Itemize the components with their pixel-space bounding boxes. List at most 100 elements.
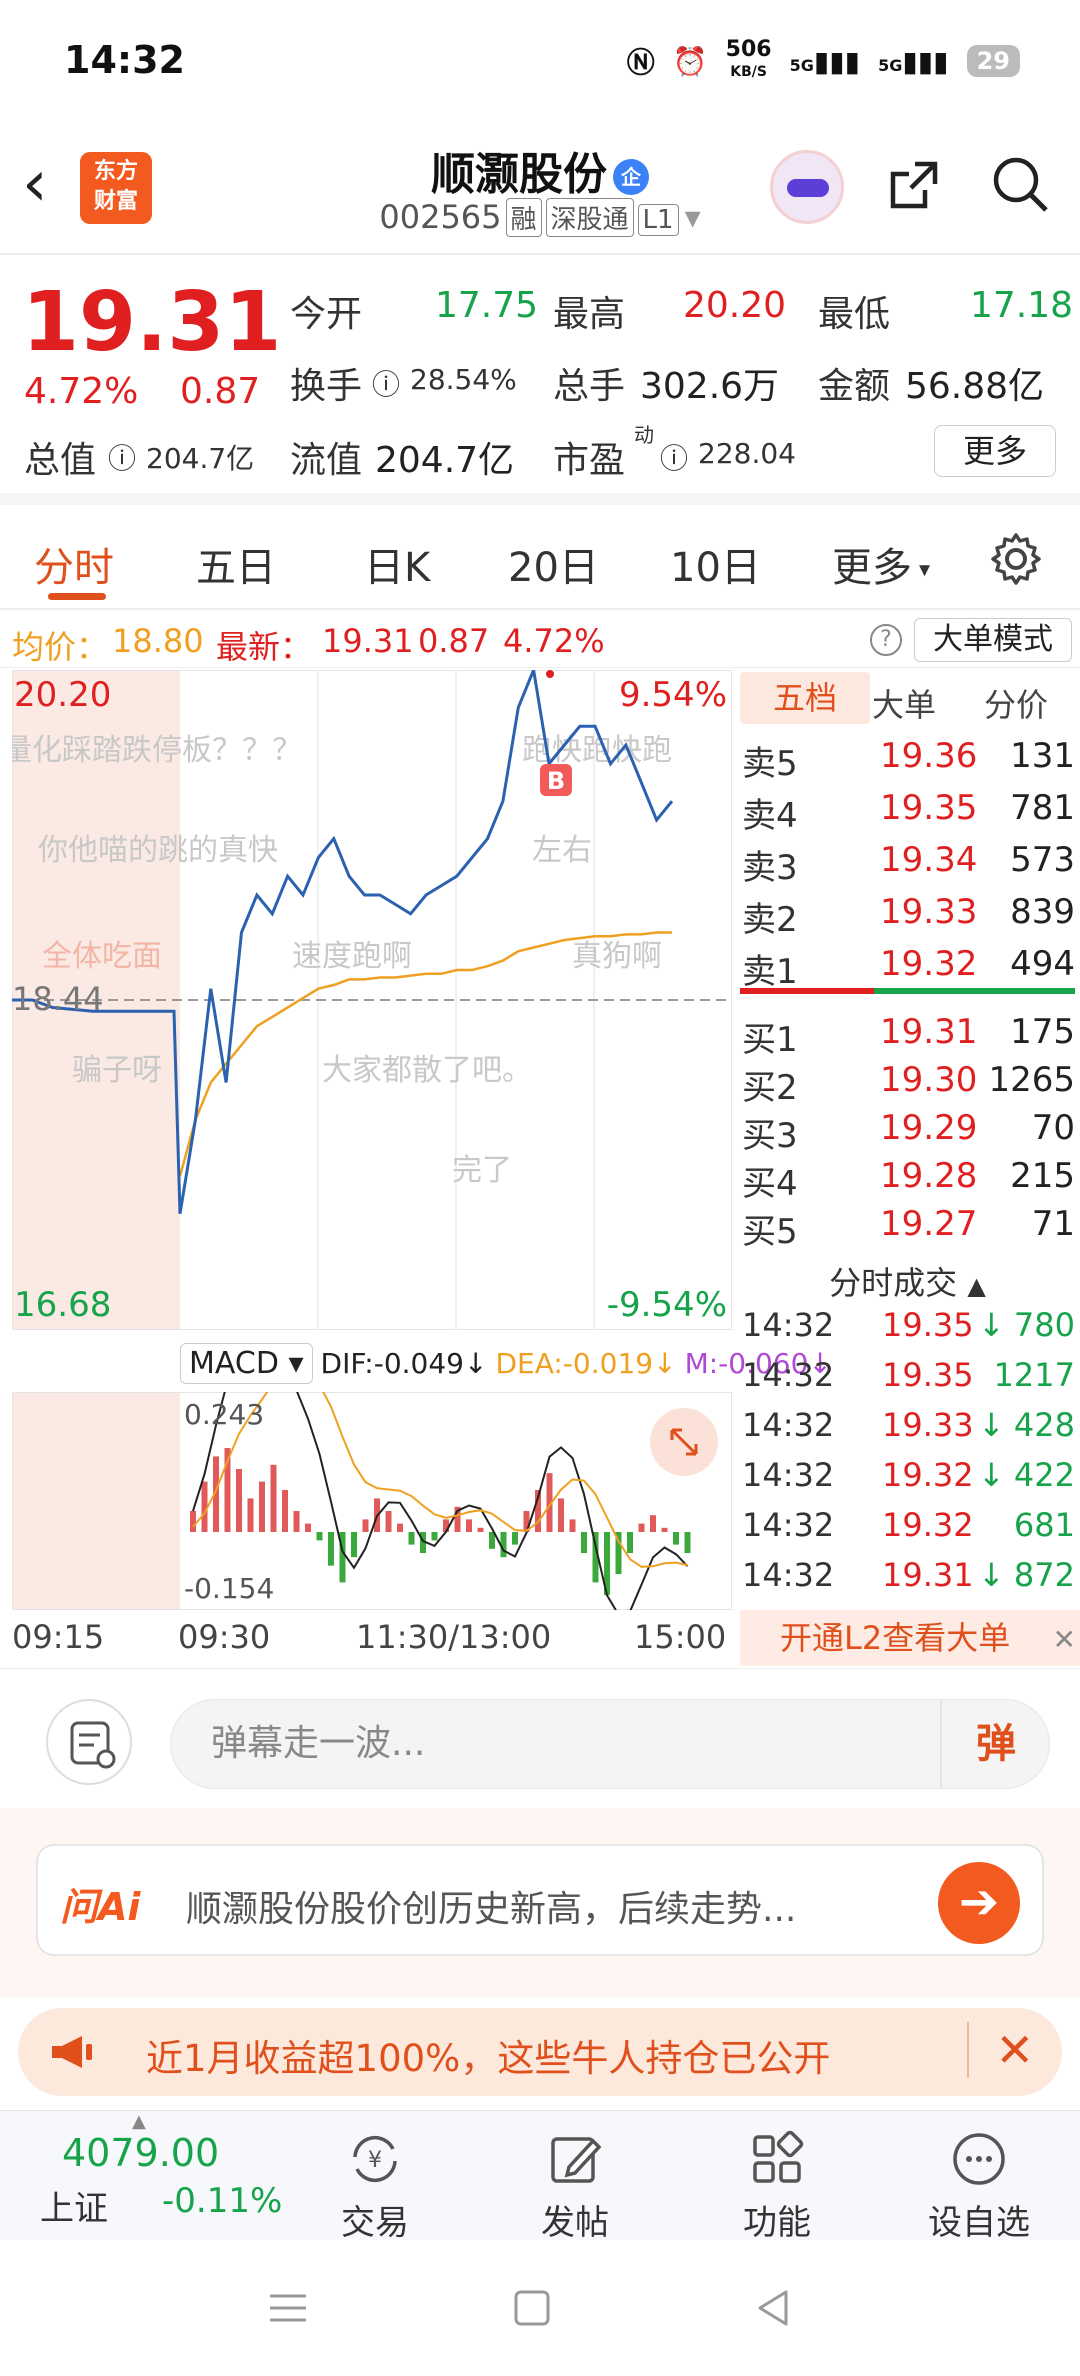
tab-price-dist[interactable]: 分价 xyxy=(984,680,1048,726)
info-icon[interactable]: ⓘ xyxy=(108,437,136,477)
ai-section: 问Ai 顺灏股份股价创历史新高，后续走势... ➔ xyxy=(0,1808,1080,1998)
macd-selector[interactable]: MACD ▾ xyxy=(180,1342,313,1384)
avg-label: 均价： xyxy=(12,628,109,666)
danmaku-comment: 左右 xyxy=(532,834,592,867)
tick-row: 14:32 19.33 428 ↓ xyxy=(740,1406,1075,1456)
ask-row[interactable]: 卖4 19.35 781 xyxy=(740,788,1075,836)
change-percent: 4.72% xyxy=(24,371,139,412)
tab-10day[interactable]: 10日 xyxy=(670,535,761,593)
l2-upgrade-banner[interactable]: 开通L2查看大单 ✕ xyxy=(740,1610,1080,1666)
tab-5day[interactable]: 五日 xyxy=(196,535,276,593)
caret-up-icon: ▲ xyxy=(967,1272,986,1300)
tick-row: 14:32 19.32 681 xyxy=(740,1506,1075,1556)
net-speed-unit: KB/S xyxy=(730,64,767,80)
ask-row[interactable]: 卖1 19.32 494 xyxy=(740,944,1075,992)
bid-row[interactable]: 买4 19.28 215 xyxy=(740,1156,1075,1204)
tab-more[interactable]: 更多 ▾ xyxy=(832,535,930,593)
ask-label: 卖1 xyxy=(742,952,798,992)
status-time: 14:32 xyxy=(64,38,185,82)
menu-icon[interactable] xyxy=(266,2286,310,2330)
info-icon[interactable]: ⓘ xyxy=(660,437,688,477)
danmaku-send-button[interactable]: 弹 xyxy=(940,1699,1050,1789)
big-order-mode-button[interactable]: 大单模式 xyxy=(914,618,1072,662)
ask-volume: 573 xyxy=(1010,840,1075,880)
nav-functions[interactable]: 功能 xyxy=(712,2127,842,2244)
arrow-right-icon[interactable]: ➔ xyxy=(938,1862,1020,1944)
danmaku-comment: 你他喵的跳的真快 xyxy=(38,834,278,867)
back-nav-icon[interactable] xyxy=(752,2286,796,2330)
order-book-tabs: 五档 大单 分价 xyxy=(740,670,1080,728)
pe-value: 228.04 xyxy=(698,437,796,470)
ask-volume: 781 xyxy=(1010,788,1075,828)
danmaku-comment: 全体吃面 xyxy=(42,940,162,973)
tab-20day[interactable]: 20日 xyxy=(508,535,599,593)
open-label: 今开 xyxy=(290,294,363,335)
tick-arrow: ↓ xyxy=(978,1456,1005,1494)
tick-volume: 872 xyxy=(1013,1556,1075,1594)
ticks-title-text: 分时成交 xyxy=(829,1264,958,1302)
tab-intraday[interactable]: 分时 xyxy=(34,535,114,593)
pe-label: 市盈 xyxy=(553,440,626,481)
tab-underline xyxy=(48,593,106,600)
tab-daily-k[interactable]: 日K xyxy=(364,535,430,593)
danmaku-input[interactable]: 弹幕走一波... xyxy=(170,1699,1050,1789)
close-icon[interactable]: ✕ xyxy=(1053,1612,1076,1668)
tick-volume: 1217 xyxy=(993,1356,1075,1394)
tab-five-levels[interactable]: 五档 xyxy=(740,672,870,724)
nav-post[interactable]: 发帖 xyxy=(510,2127,640,2244)
intraday-chart[interactable]: 量化踩踏跌停板？？？ 你他喵的跳的真快 左右全体吃面 速度跑啊 真狗啊骗子呀 大家都散了吧… xyxy=(12,670,732,1330)
danmaku-settings-icon[interactable] xyxy=(46,1699,132,1785)
book-divider xyxy=(740,988,1075,994)
bid-row[interactable]: 买2 19.30 1265 xyxy=(740,1060,1075,1108)
stock-header: ‹ 东方 财富 顺灏股份企 002565 融深股通 L1 ▾ xyxy=(0,120,1080,255)
info-icon[interactable]: ⓘ xyxy=(372,363,400,403)
macd-selector-label: MACD xyxy=(189,1345,279,1381)
ai-question-card[interactable]: 问Ai 顺灏股份股价创历史新高，后续走势... ➔ xyxy=(36,1844,1044,1956)
megaphone-icon xyxy=(52,2036,92,2068)
fullscreen-icon[interactable] xyxy=(650,1408,718,1476)
bid-row[interactable]: 买3 19.29 70 xyxy=(740,1108,1075,1156)
bid-row[interactable]: 买1 19.31 175 xyxy=(740,1012,1075,1060)
buy-marker[interactable]: B xyxy=(540,764,572,796)
avg-price-bar: 均价： 18.80 最新： 19.31 0.87 4.72% ? 大单模式 xyxy=(0,612,1080,668)
close-icon[interactable]: ✕ xyxy=(967,2022,1034,2078)
promo-banner[interactable]: 近1月收益超100%，这些牛人持仓已公开 ✕ xyxy=(18,2008,1062,2096)
tick-volume: 780 xyxy=(1013,1306,1075,1344)
net-speed: 506 KB/S xyxy=(726,39,772,82)
ticks-title[interactable]: 分时成交 ▲ xyxy=(740,1258,1075,1304)
pe-superscript: 动 xyxy=(634,423,654,447)
dea-number: -0.019↓ xyxy=(562,1346,677,1380)
nav-watchlist[interactable]: 设自选 xyxy=(914,2127,1044,2244)
bid-volume: 71 xyxy=(1031,1204,1075,1244)
latest-value: 19.31 xyxy=(322,622,414,660)
more-quote-button[interactable]: 更多 xyxy=(934,425,1056,477)
status-bar: 14:32 Ⓝ ⏰ 506 KB/S 5G▮▮▮ 5G▮▮▮ 29 xyxy=(0,0,1080,120)
danmaku-bar: 弹幕走一波... 弹 xyxy=(0,1668,1080,1808)
danmaku-comment: 完了 xyxy=(452,1154,512,1187)
ask-row[interactable]: 卖3 19.34 573 xyxy=(740,840,1075,888)
share-icon[interactable] xyxy=(885,156,943,214)
latest-percent: 4.72% xyxy=(503,622,605,660)
edit-icon xyxy=(551,2137,602,2183)
macd-bar xyxy=(627,1532,633,1553)
tag-shenzhen-connect: 深股通 xyxy=(545,198,634,237)
y-top-label: 20.20 xyxy=(14,675,111,715)
help-icon[interactable]: ? xyxy=(870,624,902,656)
macd-bar xyxy=(569,1519,576,1532)
home-icon[interactable] xyxy=(510,2286,554,2330)
system-nav-bar xyxy=(0,2240,1080,2376)
macd-chart[interactable]: 0.243 -0.154 xyxy=(12,1392,732,1610)
ask-row[interactable]: 卖2 19.33 839 xyxy=(740,892,1075,940)
gear-icon[interactable] xyxy=(988,531,1044,587)
bid-row[interactable]: 买5 19.27 71 xyxy=(740,1204,1075,1252)
ai-robot-avatar[interactable] xyxy=(770,150,844,224)
ask-row[interactable]: 卖5 19.36 131 xyxy=(740,736,1075,784)
macd-bar xyxy=(201,1481,208,1532)
signal1-label: 5G xyxy=(789,55,814,75)
macd-bar xyxy=(477,1527,484,1532)
nav-trade[interactable]: ¥ 交易 xyxy=(310,2127,440,2244)
tab-big-orders[interactable]: 大单 xyxy=(872,680,936,726)
search-icon[interactable] xyxy=(990,154,1050,214)
macd-bar xyxy=(305,1523,311,1532)
macd-bar xyxy=(684,1532,691,1553)
